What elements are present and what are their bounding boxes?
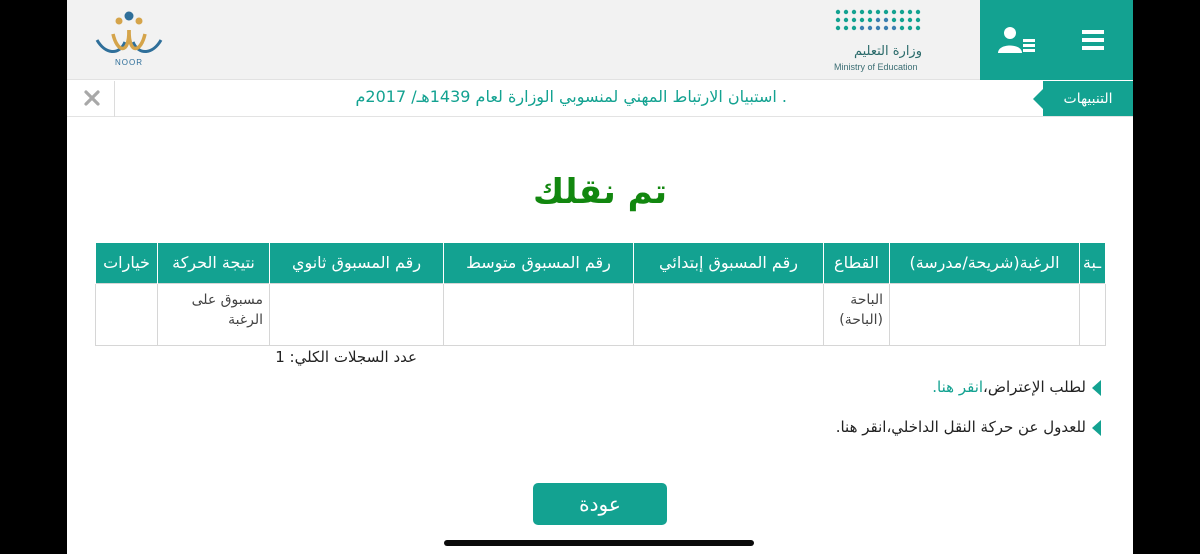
table-cell [95, 282, 158, 346]
caret-left-icon [1092, 379, 1101, 396]
table-cell [1079, 282, 1106, 346]
notifications-label: التنبيهات [1043, 81, 1133, 116]
column-header: ـبة [1079, 243, 1106, 283]
hamburger-icon [1082, 30, 1104, 50]
table-cell: مسبوق على الرغبة [157, 282, 270, 346]
column-header: رقم المسبوق إبتدائي [633, 243, 824, 283]
records-count: عدد السجلات الكلي: 1 [275, 348, 417, 366]
ministry-dots-icon [835, 9, 921, 31]
table-header-row: ـبة الرغبة(شريحة/مدرسة) القطاع رقم المسب… [95, 243, 1106, 283]
column-header: خيارات [95, 243, 158, 283]
ministry-name-ar: وزارة التعليم [853, 44, 922, 59]
table-cell [443, 282, 634, 346]
user-list-icon [997, 27, 1035, 53]
user-menu-button[interactable] [980, 0, 1053, 80]
withdraw-text: للعدول عن حركة النقل الداخلي، [886, 418, 1086, 436]
table-cell: الباحة (الباحة) [823, 282, 890, 346]
column-header: الرغبة(شريحة/مدرسة) [889, 243, 1080, 283]
notification-message[interactable]: . استبيان الارتباط المهني لمنسوبي الوزار… [187, 87, 787, 111]
noor-logo[interactable]: NOOR [83, 6, 175, 72]
table-cell [269, 282, 444, 346]
noor-label: NOOR [115, 58, 143, 67]
table-cell [889, 282, 1080, 346]
column-header: نتيجة الحركة [157, 243, 270, 283]
column-header: رقم المسبوق ثانوي [269, 243, 444, 283]
notifications-bar: . استبيان الارتباط المهني لمنسوبي الوزار… [67, 81, 1133, 117]
objection-request-row: لطلب الإعتراض،انقر هنا. [601, 378, 1101, 396]
app-screen: NOOR وزارة التعليم Ministry of Education… [67, 0, 1133, 554]
table-row: الباحة (الباحة) مسبوق على الرغبة [95, 282, 1106, 346]
main-menu-button[interactable] [1053, 0, 1133, 80]
notification-label-arrow [1033, 89, 1043, 109]
column-header: القطاع [823, 243, 890, 283]
objection-link[interactable]: انقر هنا. [932, 378, 983, 396]
results-table: ـبة الرغبة(شريحة/مدرسة) القطاع رقم المسب… [95, 243, 1106, 346]
divider [114, 81, 115, 117]
withdraw-link[interactable]: انقر هنا. [836, 418, 887, 436]
column-header: رقم المسبوق متوسط [443, 243, 634, 283]
objection-text: لطلب الإعتراض، [983, 378, 1086, 396]
caret-left-icon [1092, 419, 1101, 436]
close-icon[interactable] [81, 87, 103, 109]
device-bezel-left [0, 0, 67, 554]
top-header: NOOR وزارة التعليم Ministry of Education [67, 0, 1133, 80]
ministry-logo[interactable]: وزارة التعليم Ministry of Education [822, 6, 932, 76]
table-cell [633, 282, 824, 346]
withdraw-transfer-row: للعدول عن حركة النقل الداخلي،انقر هنا. [601, 418, 1101, 436]
ministry-name-en: Ministry of Education [834, 62, 918, 72]
device-bezel-right [1133, 0, 1200, 554]
back-button[interactable]: عودة [533, 483, 667, 525]
page-title: تم نقلك [532, 172, 668, 212]
home-indicator [444, 540, 754, 546]
